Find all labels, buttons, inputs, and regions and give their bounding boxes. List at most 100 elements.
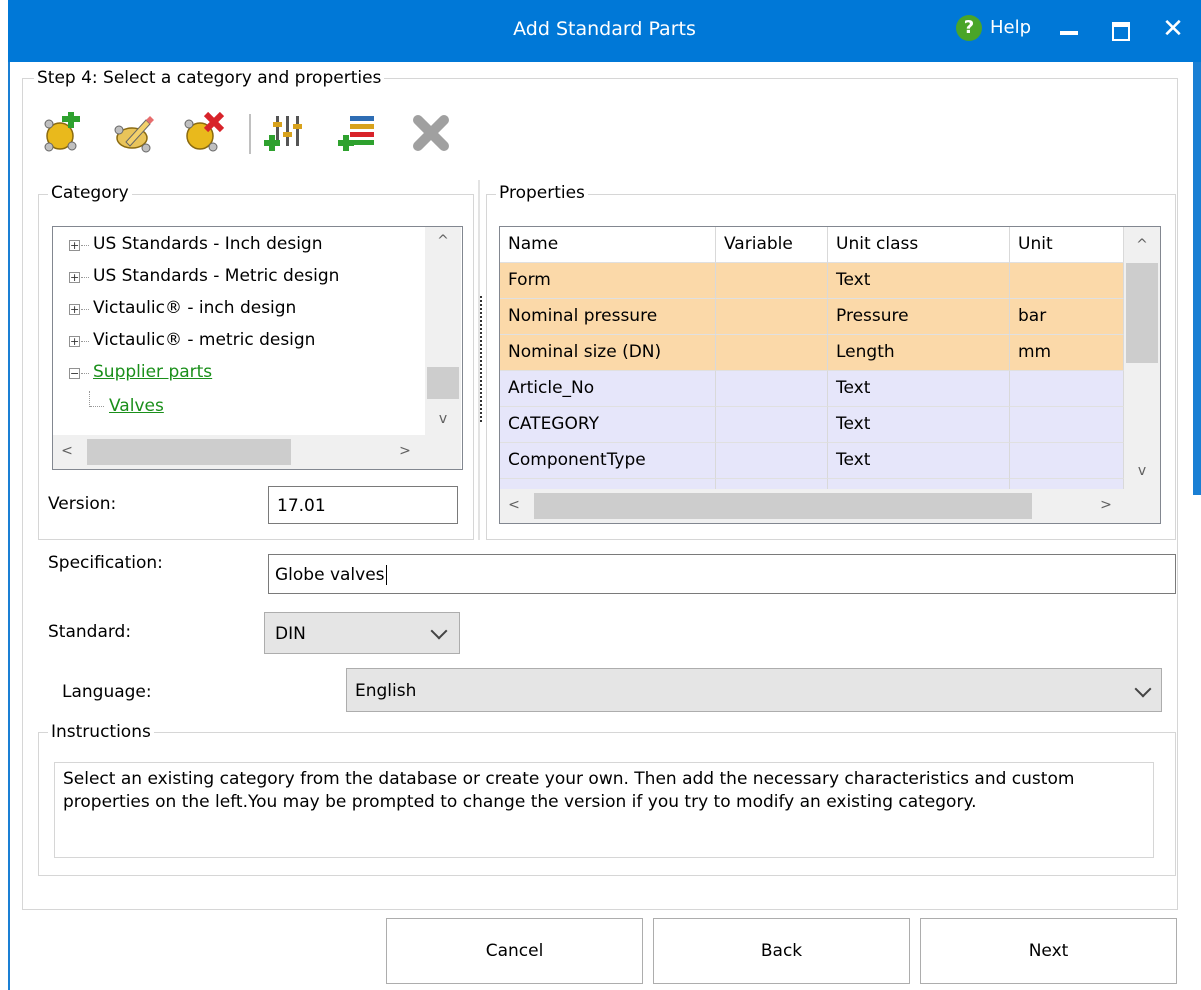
properties-grid[interactable]: Name Variable Unit class Unit Form Text Nomina… — [499, 226, 1161, 524]
scroll-up-icon[interactable]: ^ — [433, 233, 453, 249]
language-dropdown[interactable]: English — [346, 668, 1162, 712]
tree-item[interactable]: + Victaulic® - metric design — [53, 325, 433, 357]
back-button[interactable]: Back — [653, 918, 910, 984]
grid-horizontal-scrollbar[interactable]: < > — [500, 489, 1160, 523]
table-cell[interactable]: Length — [828, 335, 1010, 371]
scroll-thumb[interactable] — [534, 493, 1032, 519]
scroll-down-icon[interactable]: v — [1132, 463, 1152, 479]
window-border-left — [8, 0, 10, 990]
table-cell[interactable] — [716, 371, 828, 407]
table-cell[interactable]: bar — [1010, 299, 1124, 335]
scroll-right-icon[interactable]: > — [1096, 497, 1116, 513]
table-cell[interactable] — [1010, 407, 1124, 443]
expand-icon[interactable]: + — [69, 240, 80, 251]
table-cell[interactable]: Nominal size (DN) — [500, 335, 716, 371]
table-cell[interactable] — [1010, 263, 1124, 299]
expand-icon[interactable]: + — [69, 272, 80, 283]
delete-property-icon[interactable] — [410, 112, 452, 154]
help-icon[interactable]: ? — [956, 15, 982, 41]
table-cell[interactable]: Text — [828, 263, 1010, 299]
column-header[interactable]: Unit — [1010, 227, 1124, 263]
category-tree[interactable]: + US Standards - Inch design + US Standa… — [52, 226, 463, 470]
maximize-icon — [1112, 22, 1130, 41]
table-cell[interactable] — [716, 335, 828, 371]
table-cell[interactable] — [1010, 371, 1124, 407]
properties-settings-icon[interactable] — [262, 112, 304, 154]
delete-category-icon[interactable] — [182, 112, 224, 154]
table-cell[interactable]: Text — [828, 407, 1010, 443]
table-cell[interactable] — [716, 263, 828, 299]
tree-item-label: Victaulic® - metric design — [93, 330, 316, 350]
tree-item-valves[interactable]: Valves — [53, 391, 433, 423]
minimize-button[interactable] — [1056, 14, 1082, 44]
table-cell[interactable] — [716, 407, 828, 443]
grid-vertical-scrollbar[interactable]: ^ v — [1124, 227, 1160, 489]
table-cell[interactable]: Nominal pressure — [500, 299, 716, 335]
table-cell[interactable]: ComponentType — [500, 443, 716, 479]
tree-item-label: Valves — [109, 396, 164, 416]
tree-item[interactable]: + Victaulic® - inch design — [53, 293, 433, 325]
edit-category-icon[interactable] — [112, 112, 154, 154]
add-property-icon[interactable] — [336, 112, 378, 154]
scroll-down-icon[interactable]: v — [433, 411, 453, 427]
scroll-up-icon[interactable]: ^ — [1132, 237, 1152, 253]
table-cell[interactable] — [1010, 443, 1124, 479]
add-category-icon[interactable] — [40, 112, 82, 154]
tree-item[interactable]: + US Standards - Inch design — [53, 229, 433, 261]
window-border-right — [1193, 0, 1201, 495]
scroll-left-icon[interactable]: < — [57, 443, 77, 459]
cancel-button[interactable]: Cancel — [386, 918, 643, 984]
tree-horizontal-scrollbar[interactable]: < > — [53, 435, 461, 469]
panel-splitter[interactable] — [480, 296, 485, 422]
expand-icon[interactable]: + — [69, 336, 80, 347]
toolbar-separator — [249, 114, 251, 154]
tree-vertical-scrollbar[interactable]: ^ v — [425, 227, 461, 435]
specification-input[interactable]: Globe valves — [268, 554, 1176, 594]
scroll-thumb[interactable] — [427, 367, 459, 399]
chevron-down-icon — [430, 622, 448, 640]
expand-icon[interactable]: + — [69, 304, 80, 315]
standard-label: Standard: — [48, 622, 132, 642]
instructions-group-title: Instructions — [48, 722, 154, 742]
language-label: Language: — [62, 682, 152, 702]
tree-item-supplier-parts[interactable]: − Supplier parts — [53, 357, 433, 389]
help-button[interactable]: Help — [990, 17, 1031, 38]
specification-value: Globe valves — [275, 565, 385, 585]
tree-item-label: Victaulic® - inch design — [93, 298, 297, 318]
table-cell[interactable]: mm — [1010, 335, 1124, 371]
tree-item[interactable]: + US Standards - Metric design — [53, 261, 433, 293]
column-header[interactable]: Name — [500, 227, 716, 263]
scroll-left-icon[interactable]: < — [504, 497, 524, 513]
table-cell[interactable]: Form — [500, 263, 716, 299]
table-cell[interactable]: Text — [828, 443, 1010, 479]
maximize-button[interactable] — [1108, 14, 1134, 44]
version-label: Version: — [48, 494, 117, 514]
collapse-icon[interactable]: − — [69, 368, 80, 379]
chevron-down-icon — [1134, 680, 1152, 698]
splitter-track — [478, 180, 480, 540]
version-field[interactable]: 17.01 — [268, 486, 458, 524]
table-cell[interactable] — [716, 443, 828, 479]
table-cell[interactable]: Text — [828, 371, 1010, 407]
specification-label: Specification: — [48, 553, 163, 573]
scroll-right-icon[interactable]: > — [395, 443, 415, 459]
title-bar: Add Standard Parts ? Help ✕ — [8, 0, 1201, 62]
step-title: Step 4: Select a category and properties — [34, 68, 385, 88]
column-header[interactable]: Variable — [716, 227, 828, 263]
tree-item-label: US Standards - Metric design — [93, 266, 340, 286]
tree-item-label: Supplier parts — [93, 362, 213, 382]
next-button[interactable]: Next — [920, 918, 1177, 984]
scroll-thumb[interactable] — [87, 439, 291, 465]
table-cell[interactable]: Pressure — [828, 299, 1010, 335]
table-cell[interactable]: CATEGORY — [500, 407, 716, 443]
standard-dropdown[interactable]: DIN — [264, 612, 460, 654]
close-button[interactable]: ✕ — [1158, 14, 1188, 44]
category-group-title: Category — [48, 183, 132, 203]
minimize-icon — [1060, 31, 1078, 35]
table-cell[interactable]: Article_No — [500, 371, 716, 407]
column-header[interactable]: Unit class — [828, 227, 1010, 263]
table-cell[interactable] — [716, 299, 828, 335]
instructions-text: Select an existing category from the dat… — [54, 762, 1154, 858]
properties-group-title: Properties — [496, 183, 588, 203]
scroll-thumb[interactable] — [1126, 263, 1158, 363]
